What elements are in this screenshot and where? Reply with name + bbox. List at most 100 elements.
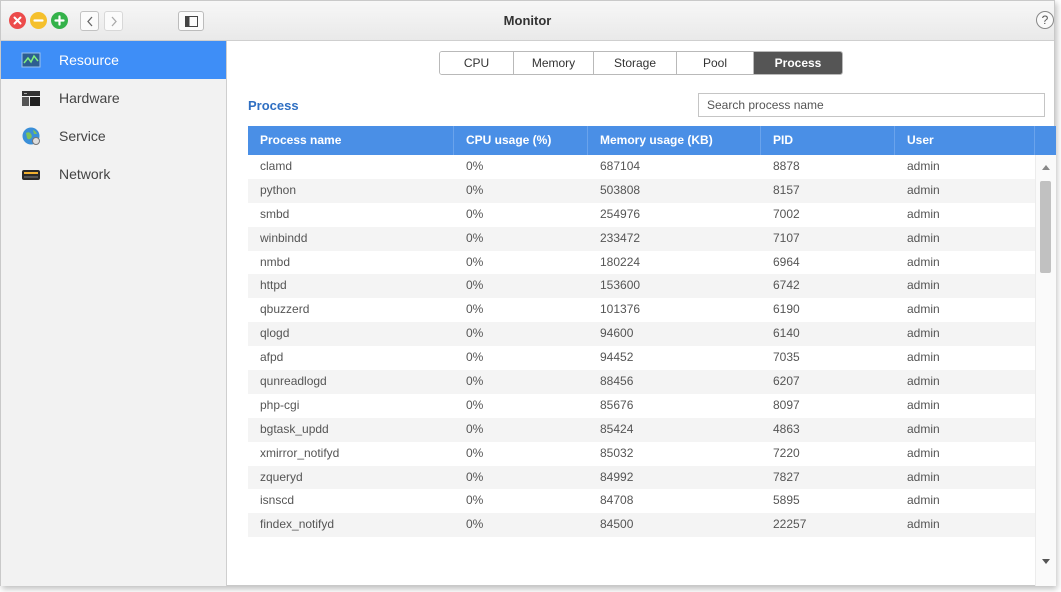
network-icon [21, 164, 41, 184]
user-cell: admin [907, 397, 940, 412]
pid-cell: 7220 [773, 445, 800, 460]
scroll-up-arrow-icon[interactable] [1041, 163, 1051, 171]
scroll-down-arrow-icon[interactable] [1041, 558, 1051, 566]
memory-usage-cell: 84500 [600, 517, 634, 532]
column-header-cpu-usage[interactable]: CPU usage (%) [454, 126, 588, 155]
memory-usage-cell: 101376 [600, 302, 641, 317]
cpu-usage-cell: 0% [466, 206, 484, 221]
memory-usage-cell: 85424 [600, 421, 634, 436]
table-row[interactable]: nmbd 0% 180224 6964 admin [248, 251, 1035, 275]
column-header-spacer [1035, 126, 1056, 155]
cpu-usage-cell: 0% [466, 350, 484, 365]
table-row[interactable]: qlogd 0% 94600 6140 admin [248, 322, 1035, 347]
sidebar-item-service[interactable]: Service [1, 117, 226, 155]
pid-cell: 7107 [773, 230, 800, 245]
tab-memory[interactable]: Memory [514, 52, 594, 74]
user-cell: admin [907, 278, 940, 293]
user-cell: admin [907, 517, 940, 532]
table-row[interactable]: python 0% 503808 8157 admin [248, 178, 1035, 203]
column-header-memory-usage[interactable]: Memory usage (KB) [588, 126, 761, 155]
tab-storage[interactable]: Storage [594, 52, 677, 74]
user-cell: admin [907, 421, 940, 436]
cpu-usage-cell: 0% [466, 469, 484, 484]
hardware-icon [21, 88, 41, 108]
tab-process[interactable]: Process [754, 52, 842, 74]
table-row[interactable]: afpd 0% 94452 7035 admin [248, 346, 1035, 370]
table-row[interactable]: clamd 0% 687104 8878 admin [248, 155, 1035, 179]
tab-cpu[interactable]: CPU [440, 52, 514, 74]
monitor-window: Monitor ? Resource Hardware Service Netw… [0, 0, 1056, 586]
cpu-usage-cell: 0% [466, 182, 484, 197]
table-row[interactable]: httpd 0% 153600 6742 admin [248, 274, 1035, 299]
process-name-cell: qbuzzerd [260, 302, 310, 317]
table-row[interactable]: bgtask_updd 0% 85424 4863 admin [248, 417, 1035, 442]
pid-cell: 4863 [773, 421, 800, 436]
main-panel: CPU Memory Storage Pool Process Process … [227, 41, 1056, 586]
pid-cell: 6190 [773, 302, 800, 317]
process-name-cell: winbindd [260, 230, 308, 245]
pid-cell: 8157 [773, 182, 800, 197]
column-header-process-name[interactable]: Process name [248, 126, 454, 155]
pid-cell: 7002 [773, 206, 800, 221]
sidebar-item-hardware[interactable]: Hardware [1, 79, 226, 117]
process-name-cell: qunreadlogd [260, 374, 327, 389]
window-title: Monitor [503, 13, 552, 28]
table-row[interactable]: isnscd 0% 84708 5895 admin [248, 489, 1035, 513]
table-row[interactable]: smbd 0% 254976 7002 admin [248, 203, 1035, 227]
pid-cell: 5895 [773, 493, 800, 508]
cpu-usage-cell: 0% [466, 278, 484, 293]
search-input[interactable] [698, 93, 1045, 117]
process-name-cell: afpd [260, 350, 284, 365]
sidebar-item-network[interactable]: Network [1, 155, 226, 193]
user-cell: admin [907, 374, 940, 389]
user-cell: admin [907, 469, 940, 484]
process-name-cell: nmbd [260, 254, 291, 269]
tab-pool[interactable]: Pool [677, 52, 754, 74]
process-name-cell: clamd [260, 159, 293, 173]
memory-usage-cell: 84708 [600, 493, 634, 508]
service-globe-icon [21, 126, 41, 146]
memory-usage-cell: 85676 [600, 397, 634, 412]
table-row[interactable]: qunreadlogd 0% 88456 6207 admin [248, 370, 1035, 394]
process-table: Process name CPU usage (%) Memory usage … [248, 126, 1056, 586]
cpu-usage-cell: 0% [466, 397, 484, 412]
process-name-cell: qlogd [260, 326, 290, 341]
cpu-usage-cell: 0% [466, 159, 484, 173]
table-row[interactable]: winbindd 0% 233472 7107 admin [248, 226, 1035, 251]
pid-cell: 7827 [773, 469, 800, 484]
user-cell: admin [907, 302, 940, 317]
sidebar-item-label: Resource [59, 52, 119, 68]
memory-usage-cell: 254976 [600, 206, 641, 221]
memory-usage-cell: 85032 [600, 445, 634, 460]
column-header-pid[interactable]: PID [761, 126, 895, 155]
cpu-usage-cell: 0% [466, 326, 484, 341]
sidebar: Resource Hardware Service Network [1, 41, 227, 586]
table-row[interactable]: qbuzzerd 0% 101376 6190 admin [248, 298, 1035, 322]
process-name-cell: bgtask_updd [260, 421, 329, 436]
help-icon[interactable]: ? [1036, 11, 1054, 29]
user-cell: admin [907, 230, 940, 245]
column-header-user[interactable]: User [895, 126, 1035, 155]
table-row[interactable]: zqueryd 0% 84992 7827 admin [248, 465, 1035, 490]
table-body: clamd 0% 687104 8878 admin python 0% 503808 8157… [248, 155, 1035, 538]
scrollbar-thumb[interactable] [1040, 181, 1051, 273]
user-cell: admin [907, 159, 940, 173]
sidebar-item-label: Service [59, 128, 106, 144]
pid-cell: 6742 [773, 278, 800, 293]
cpu-usage-cell: 0% [466, 421, 484, 436]
cpu-usage-cell: 0% [466, 493, 484, 508]
sidebar-item-resource[interactable]: Resource [1, 41, 226, 79]
table-row[interactable]: findex_notifyd 0% 84500 22257 admin [248, 513, 1035, 538]
table-row[interactable]: xmirror_notifyd 0% 85032 7220 admin [248, 442, 1035, 466]
table-row[interactable]: php-cgi 0% 85676 8097 admin [248, 394, 1035, 418]
memory-usage-cell: 84992 [600, 469, 634, 484]
vertical-scrollbar[interactable] [1035, 155, 1056, 586]
pid-cell: 7035 [773, 350, 800, 365]
process-name-cell: php-cgi [260, 397, 300, 412]
memory-usage-cell: 94452 [600, 350, 634, 365]
process-name-cell: smbd [260, 206, 290, 221]
pid-cell: 6964 [773, 254, 800, 269]
memory-usage-cell: 687104 [600, 159, 641, 173]
cpu-usage-cell: 0% [466, 445, 484, 460]
memory-usage-cell: 94600 [600, 326, 634, 341]
